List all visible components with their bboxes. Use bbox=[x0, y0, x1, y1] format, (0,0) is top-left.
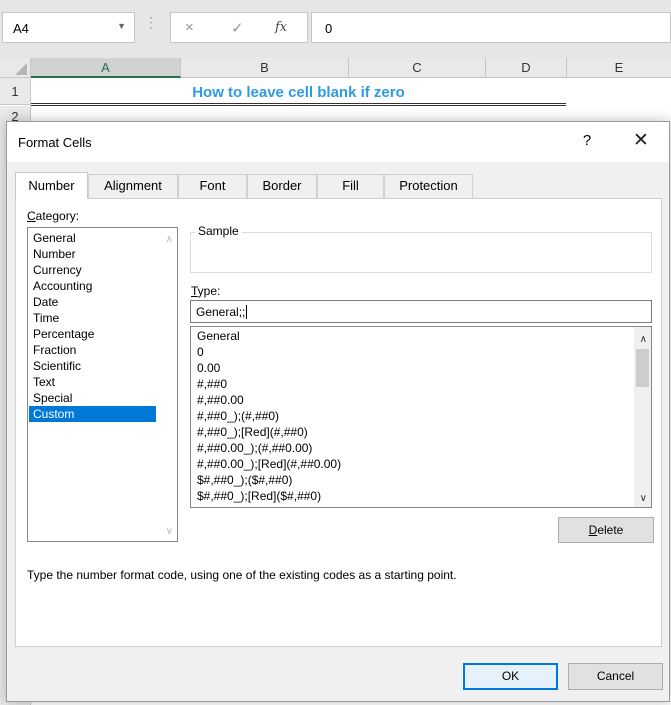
column-header-b[interactable]: B bbox=[181, 58, 349, 78]
category-text[interactable]: Text bbox=[29, 374, 156, 390]
column-header-e[interactable]: E bbox=[567, 58, 671, 78]
row-header-2[interactable]: 2 bbox=[0, 106, 31, 122]
format-code-list[interactable]: General 0 0.00 #,##0 #,##0.00 #,##0_);(#… bbox=[190, 326, 652, 508]
scroll-down-icon[interactable]: ∨ bbox=[640, 493, 647, 504]
select-all-corner[interactable] bbox=[0, 58, 31, 78]
format-code-item[interactable]: #,##0.00_);(#,##0.00) bbox=[197, 440, 312, 456]
category-custom[interactable]: Custom bbox=[29, 406, 156, 422]
format-code-item[interactable]: #,##0 bbox=[197, 376, 227, 392]
tab-alignment[interactable]: Alignment bbox=[88, 174, 178, 198]
more-options-icon: ⋮ bbox=[144, 14, 158, 30]
column-headers: A B C D E bbox=[0, 58, 671, 78]
formula-buttons: × ✓ fx bbox=[170, 12, 308, 43]
cancel-icon[interactable]: × bbox=[185, 19, 194, 36]
tab-font[interactable]: Font bbox=[178, 174, 247, 198]
category-number[interactable]: Number bbox=[29, 246, 156, 262]
category-general[interactable]: General bbox=[29, 230, 156, 246]
chevron-down-icon[interactable]: ▼ bbox=[117, 21, 126, 31]
tab-protection[interactable]: Protection bbox=[384, 174, 473, 198]
format-code-item[interactable]: $#,##0_);($#,##0) bbox=[197, 472, 292, 488]
format-code-item[interactable]: #,##0_);[Red](#,##0) bbox=[197, 424, 308, 440]
tab-border[interactable]: Border bbox=[247, 174, 317, 198]
category-label: Category: bbox=[27, 209, 80, 223]
name-box[interactable]: A4 ▼ bbox=[2, 12, 135, 43]
category-currency[interactable]: Currency bbox=[29, 262, 156, 278]
category-date[interactable]: Date bbox=[29, 294, 156, 310]
hint-text: Type the number format code, using one o… bbox=[27, 568, 457, 582]
cancel-button[interactable]: Cancel bbox=[568, 663, 663, 690]
category-fraction[interactable]: Fraction bbox=[29, 342, 156, 358]
format-code-item[interactable]: 0.00 bbox=[197, 360, 220, 376]
formula-bar: A4 ▼ ⋮ × ✓ fx 0 bbox=[0, 0, 671, 50]
format-list-scrollbar[interactable]: ∧ ∨ bbox=[634, 327, 651, 507]
sample-box bbox=[190, 232, 652, 273]
ok-button[interactable]: OK bbox=[463, 663, 558, 690]
help-icon[interactable]: ? bbox=[579, 132, 595, 149]
column-header-d[interactable]: D bbox=[486, 58, 567, 78]
dialog-titlebar: Format Cells ? ✕ bbox=[7, 122, 669, 162]
scroll-down-icon[interactable]: ∨ bbox=[166, 526, 173, 537]
format-cells-dialog: Format Cells ? ✕ Number Alignment Font B… bbox=[6, 121, 670, 702]
format-code-item[interactable]: #,##0.00_);[Red](#,##0.00) bbox=[197, 456, 341, 472]
scroll-up-icon[interactable]: ∧ bbox=[640, 334, 647, 345]
column-header-a[interactable]: A bbox=[31, 58, 181, 78]
sample-label: Sample bbox=[195, 224, 242, 238]
close-icon[interactable]: ✕ bbox=[629, 129, 653, 152]
checkmark-icon[interactable]: ✓ bbox=[231, 19, 244, 37]
category-special[interactable]: Special bbox=[29, 390, 156, 406]
category-list[interactable]: General Number Currency Accounting Date … bbox=[27, 227, 178, 542]
name-box-value: A4 bbox=[13, 21, 29, 36]
formula-value: 0 bbox=[325, 21, 333, 36]
formula-input[interactable]: 0 bbox=[311, 12, 671, 43]
category-percentage[interactable]: Percentage bbox=[29, 326, 156, 342]
format-code-item[interactable]: $#,##0_);[Red]($#,##0) bbox=[197, 488, 321, 504]
column-header-c[interactable]: C bbox=[349, 58, 486, 78]
scrollbar-thumb[interactable] bbox=[636, 349, 649, 387]
format-code-item[interactable]: #,##0.00 bbox=[197, 392, 244, 408]
number-tab-panel: Category: General Number Currency Accoun… bbox=[15, 198, 662, 647]
scroll-up-icon[interactable]: ∧ bbox=[166, 234, 173, 245]
category-time[interactable]: Time bbox=[29, 310, 156, 326]
type-input-value: General;; bbox=[196, 305, 248, 319]
tab-number[interactable]: Number bbox=[15, 172, 88, 199]
format-code-item[interactable]: #,##0_);(#,##0) bbox=[197, 408, 279, 424]
type-label: Type: bbox=[191, 284, 221, 298]
insert-function-icon[interactable]: fx bbox=[275, 20, 287, 35]
format-code-item[interactable]: 0 bbox=[197, 344, 204, 360]
format-code-item[interactable]: General bbox=[197, 328, 240, 344]
type-input[interactable]: General;; bbox=[190, 300, 652, 323]
row-header-1[interactable]: 1 bbox=[0, 78, 31, 105]
dialog-title: Format Cells bbox=[18, 135, 92, 150]
tab-fill[interactable]: Fill bbox=[317, 174, 384, 198]
category-accounting[interactable]: Accounting bbox=[29, 278, 156, 294]
category-scientific[interactable]: Scientific bbox=[29, 358, 156, 374]
title-cell[interactable]: How to leave cell blank if zero bbox=[31, 80, 566, 106]
delete-button[interactable]: Delete bbox=[558, 517, 654, 543]
